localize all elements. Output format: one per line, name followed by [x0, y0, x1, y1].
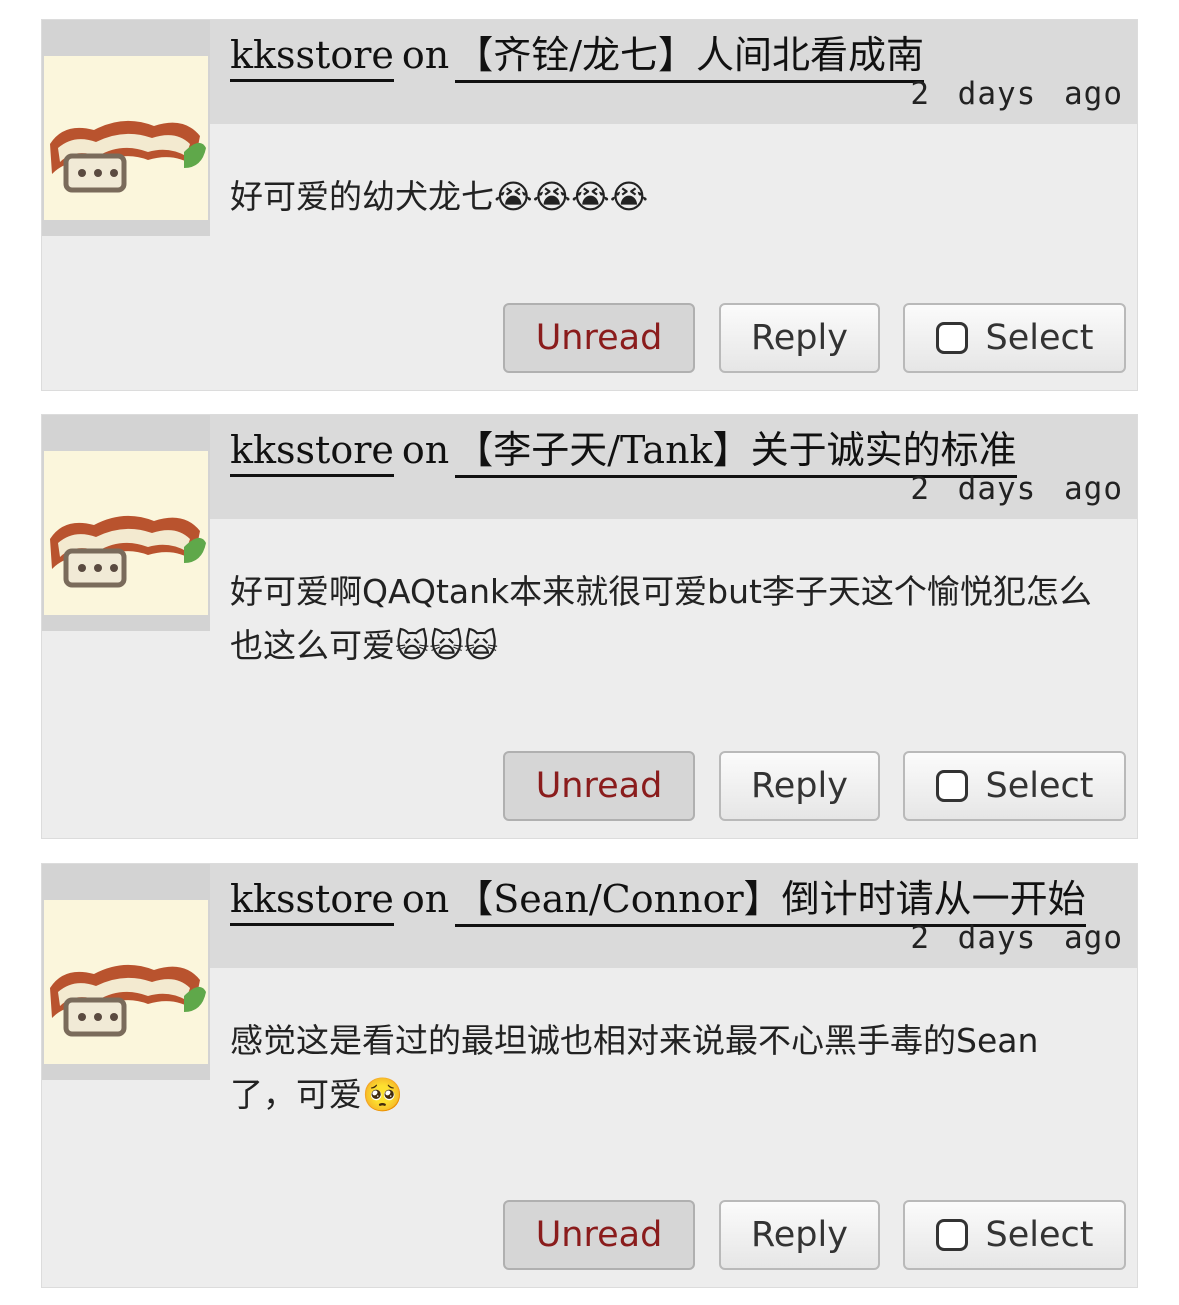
avatar-column — [42, 864, 210, 1080]
avatar[interactable] — [44, 56, 208, 220]
username-link[interactable]: kksstore — [230, 428, 394, 477]
username-link[interactable]: kksstore — [230, 33, 394, 82]
avatar[interactable] — [44, 451, 208, 615]
select-label: Select — [985, 766, 1094, 806]
checkbox-icon[interactable] — [935, 322, 968, 354]
dog-collar-avatar-icon — [44, 56, 208, 220]
comment-card: kksstore on 【Sean/Connor】倒计时请从一开始 2 days a… — [41, 863, 1138, 1288]
timestamp: 2 days ago — [910, 471, 1123, 507]
checkbox-icon[interactable] — [935, 770, 968, 802]
comment-card: kksstore on 【齐铨/龙七】人间北看成南 2 days ago 好可爱的幼… — [41, 19, 1138, 391]
avatar-column — [42, 415, 210, 631]
dog-collar-avatar-icon — [44, 451, 208, 615]
comment-text: 好可爱啊QAQtank本来就很可爱but李子天这个愉悦犯怎么也这么可爱🙀🙀🙀 — [230, 572, 1092, 665]
unread-button[interactable]: Unread — [503, 1200, 695, 1270]
comment-text: 好可爱的幼犬龙七😭😭😭😭 — [230, 177, 649, 216]
on-label: on — [401, 33, 450, 77]
unread-button[interactable]: Unread — [503, 751, 695, 821]
select-button[interactable]: Select — [903, 1200, 1126, 1270]
dog-collar-avatar-icon — [44, 900, 208, 1064]
select-label: Select — [985, 1215, 1094, 1255]
comment-text: 感觉这是看过的最坦诚也相对来说最不心黑手毒的Sean了，可爱🥺 — [230, 1021, 1039, 1114]
work-title-link[interactable]: 【齐铨/龙七】人间北看成南 — [455, 32, 925, 83]
select-button[interactable]: Select — [903, 303, 1126, 373]
avatar-column — [42, 20, 210, 236]
avatar[interactable] — [44, 900, 208, 1064]
comment-card: kksstore on 【李子天/Tank】关于诚实的标准 2 days ago 好… — [41, 414, 1138, 839]
select-label: Select — [985, 318, 1094, 358]
reply-button[interactable]: Reply — [719, 1200, 880, 1270]
username-link[interactable]: kksstore — [230, 877, 394, 926]
on-label: on — [401, 428, 450, 472]
timestamp: 2 days ago — [910, 920, 1123, 956]
select-button[interactable]: Select — [903, 751, 1126, 821]
checkbox-icon[interactable] — [935, 1219, 968, 1251]
timestamp: 2 days ago — [910, 76, 1123, 112]
reply-button[interactable]: Reply — [719, 303, 880, 373]
on-label: on — [401, 877, 450, 921]
unread-button[interactable]: Unread — [503, 303, 695, 373]
reply-button[interactable]: Reply — [719, 751, 880, 821]
